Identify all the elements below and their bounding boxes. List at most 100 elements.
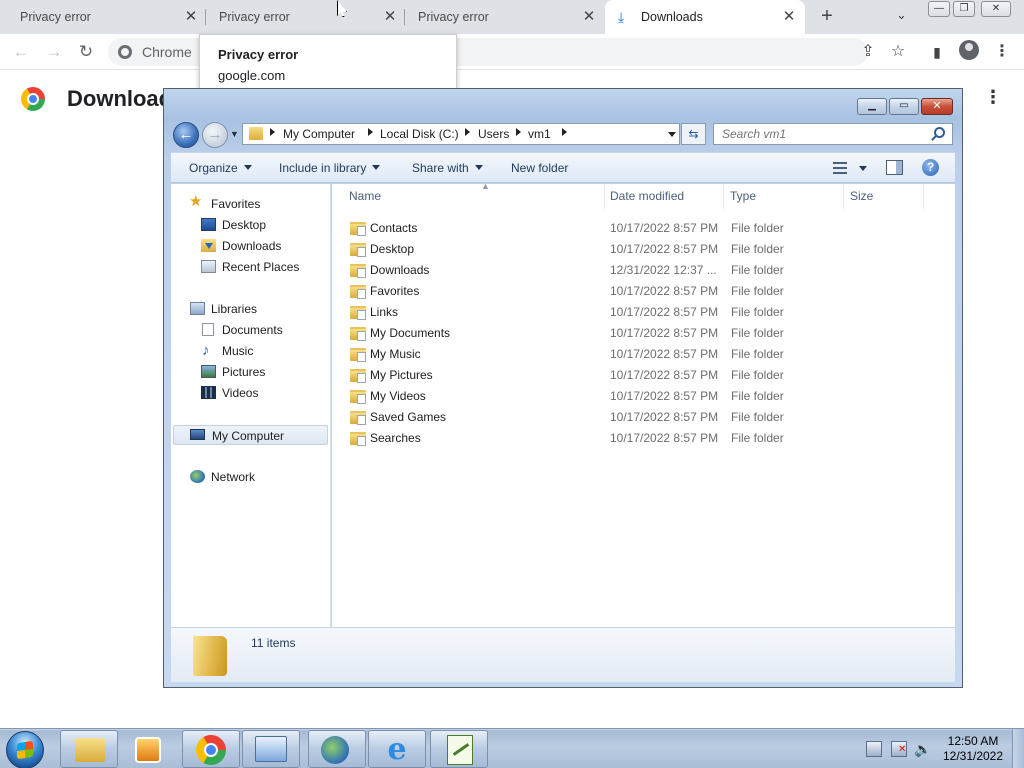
nav-my-computer[interactable]: My Computer	[173, 425, 328, 445]
taskbar-control-panel-button[interactable]	[242, 730, 300, 768]
folder-icon	[350, 369, 366, 383]
restore-button[interactable]: ❐	[953, 1, 975, 17]
explorer-address-bar[interactable]: My Computer Local Disk (C:) Users vm1	[242, 123, 680, 145]
file-row[interactable]: My Music 10/17/2022 8:57 PM File folder	[332, 344, 932, 365]
explorer-search-box[interactable]	[713, 123, 953, 145]
column-header-type[interactable]: Type	[724, 184, 844, 209]
search-icon[interactable]	[934, 127, 945, 138]
breadcrumb-users[interactable]: Users	[478, 127, 509, 141]
reload-icon[interactable]: ↻	[73, 39, 99, 65]
organize-label: Organize	[189, 161, 238, 175]
breadcrumb-arrow-icon[interactable]	[465, 128, 470, 136]
file-row[interactable]: My Pictures 10/17/2022 8:57 PM File folder	[332, 365, 932, 386]
file-row[interactable]: Desktop 10/17/2022 8:57 PM File folder	[332, 239, 932, 260]
page-menu-icon[interactable]: ⋮	[984, 87, 1002, 108]
share-icon[interactable]: ⇪	[858, 42, 878, 62]
share-with-button[interactable]: Share with	[412, 161, 483, 175]
file-type: File folder	[731, 263, 784, 277]
explorer-maximize-button[interactable]: ▭	[889, 98, 919, 115]
start-button[interactable]	[6, 731, 44, 768]
breadcrumb-local-disk[interactable]: Local Disk (C:)	[380, 127, 459, 141]
breadcrumb-arrow-icon[interactable]	[368, 128, 373, 136]
nav-downloads[interactable]: Downloads	[201, 236, 281, 256]
help-icon[interactable]: ?	[922, 159, 939, 176]
recent-pages-dropdown-icon[interactable]: ▼	[230, 129, 239, 139]
file-name: My Videos	[370, 389, 426, 403]
include-in-library-button[interactable]: Include in library	[279, 161, 381, 175]
file-type: File folder	[731, 368, 784, 382]
volume-speaker-icon[interactable]: 🔈	[914, 741, 931, 757]
taskbar-chart-app-button[interactable]	[430, 730, 488, 768]
profile-avatar-icon[interactable]	[959, 40, 979, 60]
taskbar-explorer-button[interactable]	[60, 730, 118, 768]
new-tab-button[interactable]: +	[817, 5, 837, 29]
close-button[interactable]: ✕	[981, 1, 1011, 17]
taskbar-network-tasks-button[interactable]	[308, 730, 366, 768]
minimize-button[interactable]: —	[928, 1, 950, 17]
column-header-date[interactable]: Date modified	[604, 184, 724, 209]
explorer-close-button[interactable]: ✕	[921, 98, 953, 115]
file-row[interactable]: Contacts 10/17/2022 8:57 PM File folder	[332, 218, 932, 239]
column-header-name[interactable]: Name ▲	[343, 181, 605, 209]
folder-icon	[350, 264, 366, 278]
tab-close-icon[interactable]: ✕	[581, 0, 597, 34]
navigation-pane: ★ Favorites Desktop Downloads Recent Pla…	[171, 184, 331, 627]
breadcrumb-arrow-icon[interactable]	[516, 128, 521, 136]
preview-pane-icon[interactable]	[886, 160, 903, 175]
nav-favorites[interactable]: ★ Favorites	[189, 194, 260, 214]
chevron-down-icon	[372, 165, 381, 170]
change-view-icon[interactable]	[833, 162, 847, 174]
explorer-minimize-button[interactable]: ▁	[857, 98, 887, 115]
file-row[interactable]: Favorites 10/17/2022 8:57 PM File folder	[332, 281, 932, 302]
search-input[interactable]	[714, 124, 924, 144]
tab-close-icon[interactable]: ✕	[183, 0, 199, 34]
nav-network[interactable]: Network	[189, 467, 255, 487]
breadcrumb-my-computer[interactable]: My Computer	[283, 127, 355, 141]
tab-close-icon[interactable]: ✕	[781, 0, 797, 34]
nav-libraries[interactable]: Libraries	[189, 299, 257, 319]
taskbar-media-player-button[interactable]	[120, 730, 178, 768]
tab-search-chevron-icon[interactable]: ⌄	[896, 7, 907, 23]
refresh-icon[interactable]: ⇆	[681, 123, 706, 145]
nav-recent-places[interactable]: Recent Places	[201, 257, 299, 277]
bookmark-star-icon[interactable]: ☆	[888, 42, 908, 62]
side-panel-icon[interactable]: ▮	[927, 42, 947, 62]
nav-documents[interactable]: Documents	[201, 320, 283, 340]
column-header-size[interactable]: Size	[844, 184, 924, 209]
view-options-dropdown-icon[interactable]	[859, 166, 867, 171]
breadcrumb-arrow-icon[interactable]	[562, 128, 567, 136]
nav-desktop[interactable]: Desktop	[201, 215, 266, 235]
nav-music[interactable]: ♪ Music	[201, 341, 253, 361]
explorer-forward-button[interactable]: →	[202, 122, 228, 148]
nav-pictures[interactable]: Pictures	[201, 362, 265, 382]
file-row[interactable]: Links 10/17/2022 8:57 PM File folder	[332, 302, 932, 323]
organize-button[interactable]: Organize	[189, 161, 252, 175]
file-row[interactable]: Saved Games 10/17/2022 8:57 PM File folder	[332, 407, 932, 428]
back-arrow-icon[interactable]: ←	[8, 39, 34, 65]
tab-close-icon[interactable]: ✕	[382, 0, 398, 34]
file-row[interactable]: My Videos 10/17/2022 8:57 PM File folder	[332, 386, 932, 407]
tab-privacy-error-1[interactable]: Privacy error ✕	[0, 0, 205, 34]
file-row[interactable]: My Documents 10/17/2022 8:57 PM File folde…	[332, 323, 932, 344]
file-row[interactable]: Downloads 12/31/2022 12:37 ... File folder	[332, 260, 932, 281]
tab-privacy-error-3[interactable]: Privacy error ✕	[398, 0, 605, 34]
tab-downloads[interactable]: ⤓ Downloads ✕	[605, 0, 805, 34]
forward-arrow-icon[interactable]: →	[41, 39, 67, 65]
system-clock[interactable]: 12:50 AM 12/31/2022	[938, 734, 1008, 764]
explorer-back-button[interactable]: ←	[173, 122, 199, 148]
new-folder-button[interactable]: New folder	[511, 161, 568, 175]
taskbar-chrome-button[interactable]	[182, 730, 240, 768]
nav-videos[interactable]: Videos	[201, 383, 258, 403]
file-date: 10/17/2022 8:57 PM	[610, 326, 719, 340]
breadcrumb-vm1[interactable]: vm1	[528, 127, 551, 141]
taskbar-internet-explorer-button[interactable]: e	[368, 730, 426, 768]
file-row[interactable]: Searches 10/17/2022 8:57 PM File folder	[332, 428, 932, 449]
address-dropdown-icon[interactable]	[668, 132, 676, 137]
show-desktop-button[interactable]	[1012, 729, 1024, 768]
chrome-icon	[196, 735, 226, 765]
tab-privacy-error-2[interactable]: Privacy error ✕	[199, 0, 404, 34]
network-disconnected-icon[interactable]	[891, 741, 907, 757]
action-center-flag-icon[interactable]	[866, 741, 882, 757]
chrome-menu-icon[interactable]: ⋮	[992, 42, 1012, 62]
breadcrumb-arrow-icon[interactable]	[270, 128, 275, 136]
